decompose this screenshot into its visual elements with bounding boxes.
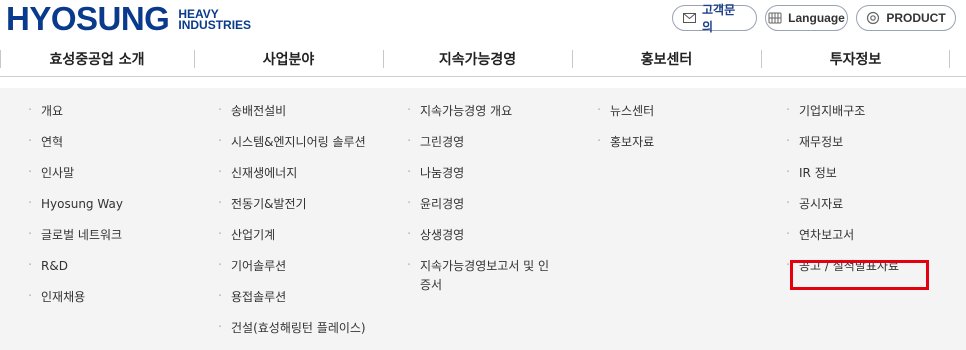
menu-item[interactable]: IR 정보 xyxy=(786,163,899,183)
nav-pr[interactable]: 홍보센터 xyxy=(572,42,761,76)
menu-item[interactable]: 상생경영 xyxy=(407,225,555,245)
menu-item[interactable]: 용접솔루션 xyxy=(218,287,366,307)
nav-business-label: 사업분야 xyxy=(262,52,315,68)
menu-column-business: 송배전설비 시스템&엔지니어링 솔루션 신재생에너지 전동기&발전기 산업기계 … xyxy=(218,101,366,350)
gear-icon xyxy=(866,11,880,25)
menu-item[interactable]: 연혁 xyxy=(28,132,123,152)
menu-item[interactable]: 산업기계 xyxy=(218,225,366,245)
menu-item[interactable]: 재무정보 xyxy=(786,132,899,152)
menu-item[interactable]: 개요 xyxy=(28,101,123,121)
hyosung-logo[interactable]: HYOSUNG HEAVY INDUSTRIES xyxy=(6,2,251,36)
menu-item[interactable]: 송배전설비 xyxy=(218,101,366,121)
logo-subtitle: HEAVY INDUSTRIES xyxy=(178,8,252,32)
menu-column-about: 개요 연혁 인사말 Hyosung Way 글로벌 네트워크 R&D 인재채용 xyxy=(28,101,123,319)
menu-column-pr: 뉴스센터 홍보자료 xyxy=(597,101,654,164)
nav-investor[interactable]: 투자정보 xyxy=(761,42,950,76)
menu-item[interactable]: 공시자료 xyxy=(786,194,899,214)
globe-icon xyxy=(768,11,782,25)
menu-item[interactable]: 뉴스센터 xyxy=(597,101,654,121)
menu-item[interactable]: 연차보고서 xyxy=(786,225,899,245)
product-button[interactable]: PRODUCT xyxy=(856,5,956,31)
menu-column-sustainability: 지속가능경영 개요 그린경영 나눔경영 윤리경영 상생경영 지속가능경영보고서 … xyxy=(407,101,555,307)
menu-item[interactable]: 글로벌 네트워크 xyxy=(28,225,123,245)
menu-item[interactable]: 인재채용 xyxy=(28,287,123,307)
logo-subtitle-line2: INDUSTRIES xyxy=(178,18,252,32)
nav-about-label: 효성중공업 소개 xyxy=(49,52,145,68)
utility-nav: 고객문의 Language PRODUCT xyxy=(672,3,956,34)
product-label: PRODUCT xyxy=(886,11,946,25)
menu-item[interactable]: 건설(효성해링턴 플레이스) xyxy=(218,318,366,338)
menu-item[interactable]: 홍보자료 xyxy=(597,132,654,152)
menu-item[interactable]: 시스템&엔지니어링 솔루션 xyxy=(218,132,366,152)
logo-wordmark: HYOSUNG xyxy=(6,0,170,37)
menu-item[interactable]: 지속가능경영 개요 xyxy=(407,101,555,121)
nav-sustainability[interactable]: 지속가능경영 xyxy=(383,42,572,76)
menu-item[interactable]: 지속가능경영보고서 및 인증서 xyxy=(407,256,555,295)
nav-investor-label: 투자정보 xyxy=(829,52,882,68)
contact-label: 고객문의 xyxy=(702,3,736,34)
menu-item[interactable]: 그린경영 xyxy=(407,132,555,152)
language-button[interactable]: Language xyxy=(765,5,848,31)
menu-item[interactable]: 인사말 xyxy=(28,163,123,183)
highlight-box xyxy=(790,260,929,290)
menu-item[interactable]: 나눔경영 xyxy=(407,163,555,183)
language-label: Language xyxy=(788,11,845,25)
menu-item[interactable]: 신재생에너지 xyxy=(218,163,366,183)
menu-item[interactable]: R&D xyxy=(28,256,123,276)
nav-pr-label: 홍보센터 xyxy=(640,52,693,68)
nav-business[interactable]: 사업분야 xyxy=(194,42,383,76)
mail-icon xyxy=(683,13,696,23)
menu-item[interactable]: Hyosung Way xyxy=(28,194,123,214)
nav-sustainability-label: 지속가능경영 xyxy=(438,52,517,68)
menu-item[interactable]: 윤리경영 xyxy=(407,194,555,214)
contact-button[interactable]: 고객문의 xyxy=(672,3,757,34)
menu-item[interactable]: 전동기&발전기 xyxy=(218,194,366,214)
mega-menu: 개요 연혁 인사말 Hyosung Way 글로벌 네트워크 R&D 인재채용 … xyxy=(0,88,966,350)
main-nav: 효성중공업 소개 사업분야 지속가능경영 홍보센터 투자정보 xyxy=(0,42,966,77)
menu-item[interactable]: 기업지배구조 xyxy=(786,101,899,121)
nav-about[interactable]: 효성중공업 소개 xyxy=(0,42,194,76)
menu-item[interactable]: 기어솔루션 xyxy=(218,256,366,276)
